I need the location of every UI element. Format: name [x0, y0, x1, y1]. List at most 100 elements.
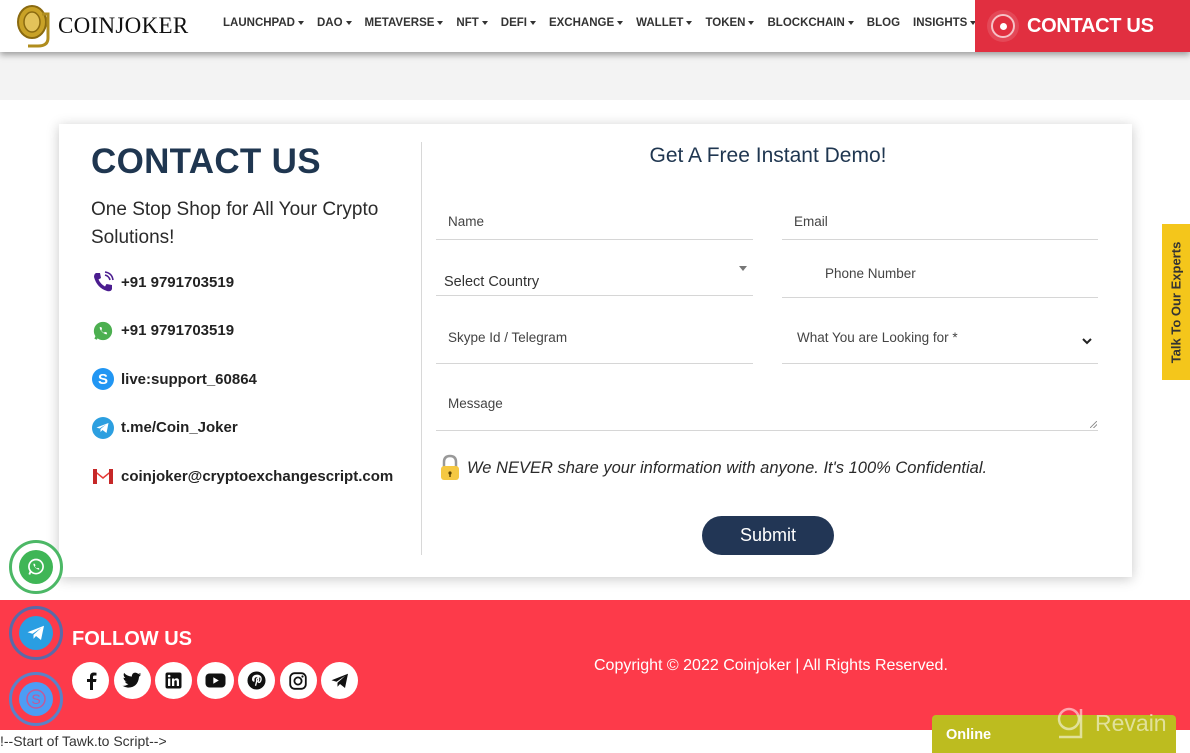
nav-nft[interactable]: NFT	[456, 17, 488, 29]
nav-blog[interactable]: BLOG	[867, 17, 900, 29]
resize-handle-icon[interactable]	[1090, 421, 1097, 428]
nav-insights[interactable]: INSIGHTS	[913, 17, 977, 29]
message-placeholder: Message	[448, 396, 503, 411]
looking-for-value: What You are Looking for *	[797, 330, 958, 345]
nav-wallet[interactable]: WALLET	[636, 17, 693, 29]
contact-whatsapp-text: +91 9791703519	[121, 322, 235, 339]
follow-us-title: FOLLOW US	[72, 628, 192, 650]
nav-exchange[interactable]: EXCHANGE	[549, 17, 624, 29]
nav-defi[interactable]: DEFI	[501, 17, 536, 29]
instagram-icon	[289, 671, 307, 690]
nav-label: INSIGHTS	[913, 17, 968, 29]
privacy-note: We NEVER share your information with any…	[439, 454, 987, 482]
demo-form: Get A Free Instant Demo! Name Email Sele…	[436, 124, 1100, 577]
nav-dao[interactable]: DAO	[317, 17, 352, 29]
skype-icon: S	[91, 367, 115, 391]
chevron-down-icon	[1082, 334, 1092, 348]
phone-placeholder: Phone Number	[825, 266, 916, 281]
looking-for-select[interactable]: What You are Looking for *	[782, 320, 1098, 364]
phone-icon	[91, 270, 115, 294]
main-nav: LAUNCHPAD DAO METAVERSE NFT DEFI EXCHANG…	[223, 17, 989, 29]
contact-card: CONTACT US One Stop Shop for All Your Cr…	[59, 124, 1132, 577]
skype-icon: S	[19, 682, 53, 716]
whatsapp-icon	[19, 550, 53, 584]
svg-text:S: S	[98, 371, 108, 388]
chat-status: Online	[946, 727, 992, 743]
email-field[interactable]: Email	[782, 196, 1098, 240]
contact-telegram[interactable]: t.me/Coin_Joker	[91, 416, 411, 440]
target-dot-icon	[991, 14, 1015, 38]
site-header: COINJOKER LAUNCHPAD DAO METAVERSE NFT DE…	[0, 0, 1190, 52]
revain-logo-icon	[1057, 707, 1083, 739]
telegram-link[interactable]	[321, 662, 358, 699]
nav-label: LAUNCHPAD	[223, 17, 295, 29]
nav-label: DEFI	[500, 17, 527, 29]
floating-skype-button[interactable]: S	[9, 672, 63, 726]
contact-tagline: One Stop Shop for All Your Crypto Soluti…	[91, 199, 379, 248]
contact-info: CONTACT US One Stop Shop for All Your Cr…	[91, 142, 411, 513]
name-field[interactable]: Name	[436, 196, 753, 240]
nav-label: WALLET	[636, 17, 684, 29]
submit-button[interactable]: Submit	[702, 516, 834, 555]
floating-telegram-button[interactable]	[9, 606, 63, 660]
caret-down-icon	[617, 21, 624, 25]
revain-watermark: Revain	[1055, 707, 1167, 739]
form-title: Get A Free Instant Demo!	[649, 144, 887, 167]
youtube-icon	[205, 673, 225, 688]
floating-whatsapp-button[interactable]	[9, 540, 63, 594]
email-placeholder: Email	[794, 214, 828, 229]
nav-label: BLOG	[866, 17, 901, 29]
contact-title: CONTACT US	[91, 142, 321, 181]
youtube-link[interactable]	[196, 662, 234, 699]
pinterest-link[interactable]	[238, 662, 275, 699]
caret-down-icon	[481, 21, 488, 25]
contact-whatsapp[interactable]: +91 9791703519	[91, 319, 411, 343]
gmail-icon	[91, 464, 115, 488]
name-placeholder: Name	[448, 214, 485, 229]
facebook-icon	[86, 672, 96, 690]
header-contact-button[interactable]: CONTACT US	[975, 0, 1190, 52]
nav-label: DAO	[316, 17, 343, 29]
brand-name: COINJOKER	[58, 13, 189, 38]
copyright-text: Copyright © 2022 Coinjoker | All Rights …	[594, 657, 948, 674]
skype-placeholder: Skype Id / Telegram	[448, 330, 568, 345]
contact-email[interactable]: coinjoker@cryptoexchangescript.com	[91, 464, 411, 488]
country-value: Select Country	[444, 274, 540, 290]
contact-list: +91 9791703519 +91 9791703519 S live:sup…	[91, 270, 411, 488]
nav-launchpad[interactable]: LAUNCHPAD	[223, 17, 304, 29]
instagram-link[interactable]	[279, 662, 317, 699]
nav-metaverse[interactable]: METAVERSE	[365, 17, 444, 29]
whatsapp-icon	[91, 319, 115, 343]
pinterest-icon	[247, 671, 266, 690]
nav-token[interactable]: TOKEN	[705, 17, 755, 29]
nav-blockchain[interactable]: BLOCKCHAIN	[767, 17, 854, 29]
section-band	[0, 52, 1190, 100]
privacy-text: We NEVER share your information with any…	[467, 458, 988, 477]
contact-skype[interactable]: S live:support_60864	[91, 367, 411, 391]
country-select[interactable]: Select Country	[436, 252, 753, 296]
talk-to-experts-label: Talk To Our Experts	[1168, 241, 1184, 363]
contact-phone[interactable]: +91 9791703519	[91, 270, 411, 294]
caret-down-icon	[748, 21, 755, 25]
message-textarea[interactable]: Message	[436, 386, 1098, 431]
linkedin-link[interactable]	[155, 662, 192, 699]
dropdown-triangle-icon	[739, 266, 747, 271]
nav-label: BLOCKCHAIN	[767, 17, 845, 29]
contact-skype-text: live:support_60864	[121, 370, 257, 388]
lock-icon	[441, 454, 459, 480]
tawk-script-comment: !--Start of Tawk.to Script-->	[0, 733, 167, 749]
facebook-link[interactable]	[72, 662, 109, 699]
phone-field[interactable]: Phone Number	[782, 254, 1098, 298]
svg-text:S: S	[31, 691, 40, 707]
skype-telegram-field[interactable]: Skype Id / Telegram	[436, 320, 753, 364]
caret-down-icon	[686, 21, 693, 25]
talk-to-experts-tab[interactable]: Talk To Our Experts	[1162, 224, 1190, 380]
twitter-link[interactable]	[113, 662, 151, 699]
coin-logo-icon	[17, 5, 50, 48]
header-contact-label: CONTACT US	[1027, 14, 1154, 37]
brand-logo[interactable]: COINJOKER	[14, 2, 188, 50]
nav-label: NFT	[456, 17, 479, 29]
contact-email-text: coinjoker@cryptoexchangescript.com	[121, 467, 394, 485]
nav-label: TOKEN	[705, 17, 746, 29]
telegram-icon	[19, 616, 53, 650]
